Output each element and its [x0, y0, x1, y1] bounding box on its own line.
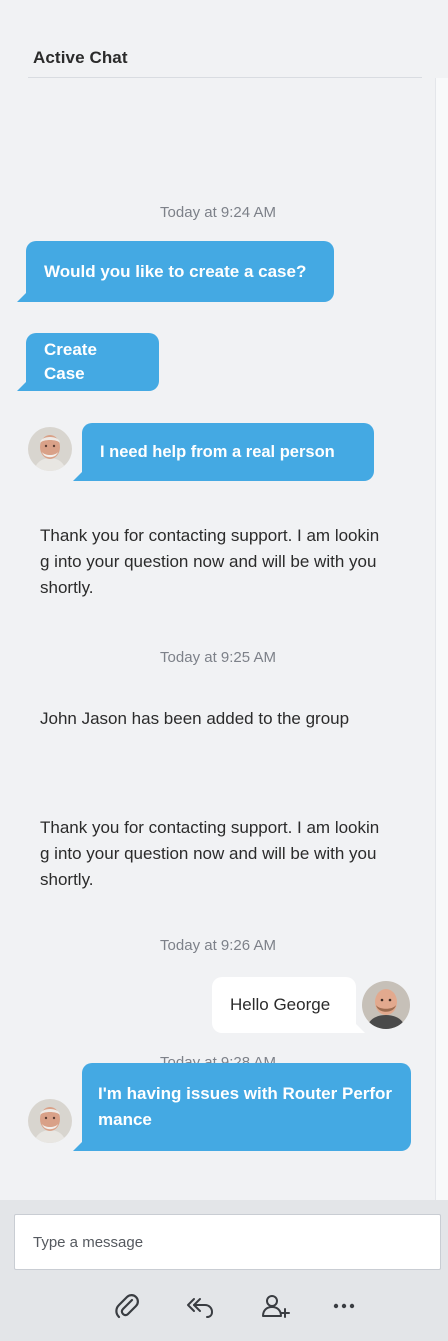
timestamp: Today at 9:24 AM: [160, 204, 276, 221]
transfer-button[interactable]: [178, 1284, 222, 1328]
customer-message: I need help from a real person: [73, 423, 374, 481]
message-input[interactable]: [14, 1214, 441, 1270]
header-divider: [28, 77, 422, 78]
elderly-man-avatar-icon: [28, 1099, 72, 1143]
more-icon: [333, 1303, 355, 1309]
bald-man-avatar-icon: [362, 981, 410, 1029]
chat-header: Active Chat: [0, 0, 436, 78]
agent-message: Hello George: [212, 977, 365, 1033]
create-case-button[interactable]: Create Case: [17, 333, 159, 391]
timestamp: Today at 9:25 AM: [160, 649, 276, 666]
more-options-button[interactable]: [322, 1284, 366, 1328]
bot-message: Would you like to create a case?: [17, 241, 334, 302]
system-message: John Jason has been added to the group: [40, 709, 350, 728]
side-scroll-track: [435, 78, 448, 1200]
composer-toolbar: [0, 1284, 448, 1328]
elderly-man-avatar: [28, 1099, 72, 1143]
paperclip-icon: [115, 1294, 139, 1319]
add-participant-button[interactable]: [254, 1284, 298, 1328]
timestamp: Today at 9:26 AM: [160, 937, 276, 954]
chat-title: Active Chat: [33, 48, 128, 67]
customer-message: I'm having issues with Router Performanc…: [73, 1063, 411, 1151]
elderly-man-avatar: [28, 427, 72, 471]
reply-all-icon: [187, 1298, 213, 1318]
elderly-man-avatar-icon: [28, 427, 72, 471]
message-composer: [0, 1200, 448, 1341]
system-message: Thank you for contacting support. I am l…: [40, 818, 380, 889]
add-person-icon: [262, 1295, 290, 1318]
chat-panel: Active Chat Today at 9:24 AM Would you l…: [0, 0, 448, 1341]
attach-button[interactable]: [105, 1284, 149, 1328]
bald-man-avatar: [362, 981, 410, 1029]
system-message: Thank you for contacting support. I am l…: [40, 526, 380, 597]
